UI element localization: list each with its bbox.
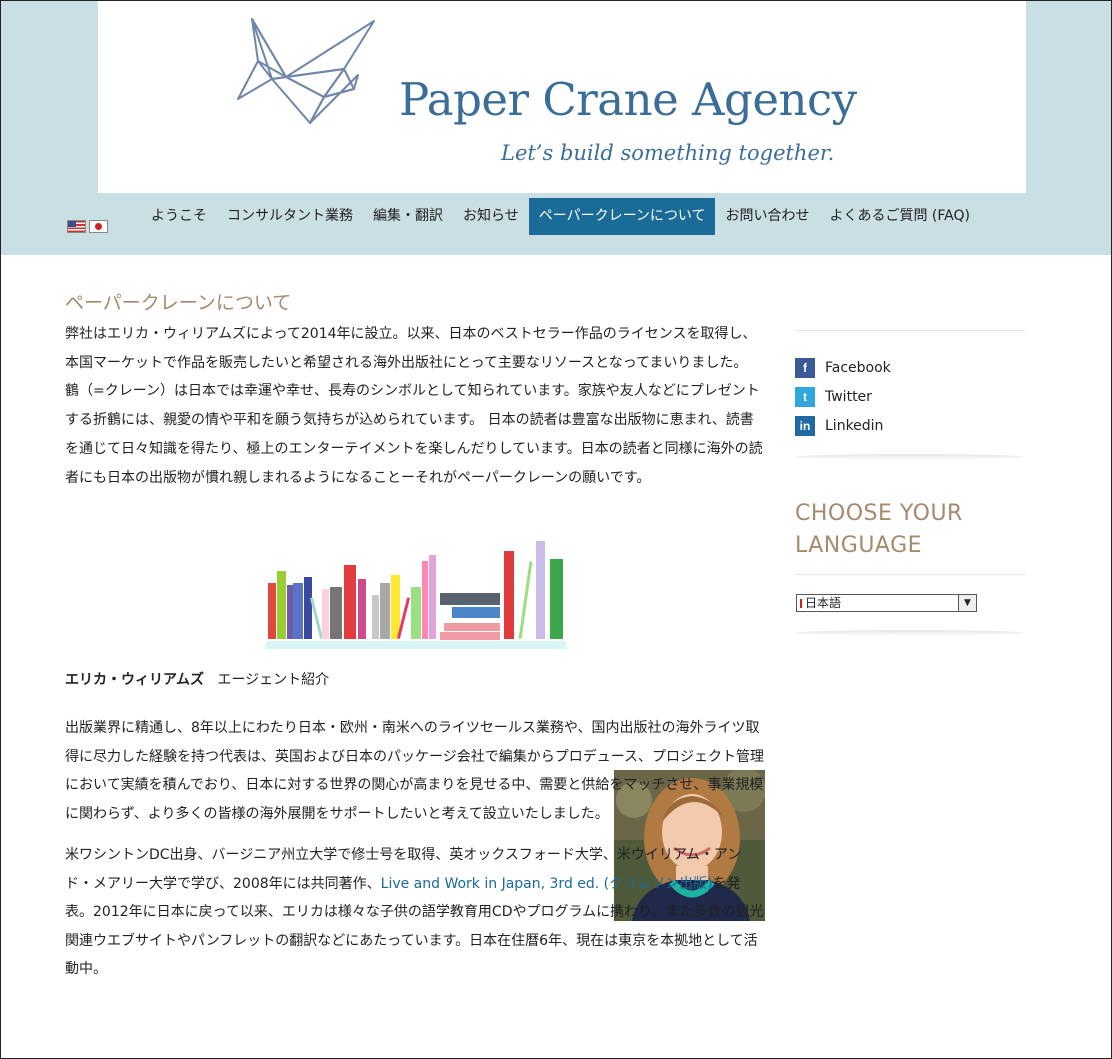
paper-crane-logo — [237, 18, 375, 124]
intro-paragraph: 弊社はエリカ・ウィリアムズによって2014年に設立。以来、日本のベストセラー作品… — [65, 326, 763, 486]
nav-item-faq[interactable]: よくあるご質問 (FAQ) — [819, 198, 980, 235]
nav-item-consulting[interactable]: コンサルタント業務 — [217, 198, 363, 235]
social-link-twitter[interactable]: t Twitter — [795, 382, 1025, 411]
language-heading: CHOOSE YOUR LANGUAGE — [795, 501, 963, 558]
nav-item-news[interactable]: お知らせ — [453, 198, 529, 235]
agent-bio: 出版業界に精通し、8年以上にわたり日本・欧州・南米へのライツセールス業務や、国内… — [65, 714, 765, 984]
top-band: Paper Crane Agency Let’s build something… — [1, 1, 1111, 255]
agent-heading: エリカ・ウィリアムズ エージェント紹介 — [65, 670, 329, 690]
site-header[interactable]: Paper Crane Agency Let’s build something… — [98, 1, 1026, 193]
chevron-down-icon[interactable]: ▼ — [958, 595, 976, 611]
language-select[interactable]: 日本語 ▼ — [796, 594, 977, 612]
main-nav: ようこそ コンサルタント業務 編集・翻訳 お知らせ ペーパークレーンについて お… — [141, 198, 980, 235]
sidebar: f Facebook t Twitter in Linkedin CHOOSE YOU… — [795, 330, 1025, 636]
linkedin-icon[interactable]: in — [795, 415, 815, 436]
book-link[interactable]: Live and Work in Japan, 3rd ed. (クリムソン出版… — [381, 876, 713, 892]
nav-item-welcome[interactable]: ようこそ — [141, 198, 217, 235]
social-link-facebook[interactable]: f Facebook — [795, 353, 1025, 382]
language-select-value[interactable]: 日本語 — [797, 595, 958, 611]
japan-flag-icon — [800, 598, 802, 608]
sidebar-divider — [795, 574, 1025, 575]
facebook-icon[interactable]: f — [795, 357, 815, 378]
us-flag-icon[interactable] — [67, 220, 86, 233]
agent-name: エリカ・ウィリアムズ — [65, 672, 205, 688]
twitter-icon[interactable]: t — [795, 386, 815, 407]
nav-item-editing-translation[interactable]: 編集・翻訳 — [363, 198, 453, 235]
language-selected-label: 日本語 — [805, 595, 842, 610]
widget-shadow — [795, 630, 1025, 636]
page-title: ペーパークレーンについて — [65, 292, 292, 314]
page-frame: Paper Crane Agency Let’s build something… — [0, 0, 1112, 1059]
brand-name[interactable]: Paper Crane Agency — [399, 73, 857, 126]
agent-label: エージェント紹介 — [217, 672, 330, 688]
nav-item-contact[interactable]: お問い合わせ — [715, 198, 819, 235]
tagline: Let’s build something together. — [501, 141, 835, 165]
social-links: f Facebook t Twitter in Linkedin — [795, 331, 1025, 454]
nav-item-about[interactable]: ペーパークレーンについて — [528, 198, 716, 235]
bio-paragraph-1: 出版業界に精通し、8年以上にわたり日本・欧州・南米へのライツセールス業務や、国内… — [65, 720, 765, 822]
bookshelf-illustration — [266, 541, 566, 649]
social-label[interactable]: Twitter — [825, 389, 872, 405]
bio-paragraph-2: 米ワシントンDC出身、バージニア州立大学で修士号を取得、英オックスフォード大学、… — [65, 841, 765, 984]
language-flags — [67, 220, 111, 239]
social-link-linkedin[interactable]: in Linkedin — [795, 411, 1025, 440]
social-label[interactable]: Linkedin — [825, 418, 883, 434]
social-label[interactable]: Facebook — [825, 360, 891, 376]
widget-shadow — [795, 454, 1025, 460]
japan-flag-icon[interactable] — [89, 220, 108, 233]
